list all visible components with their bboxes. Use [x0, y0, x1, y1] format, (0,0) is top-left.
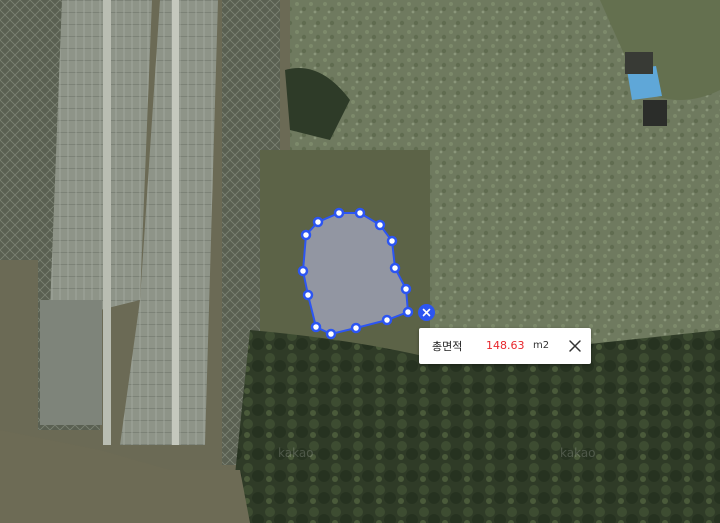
polygon-vertex[interactable]	[297, 265, 309, 277]
map-watermark: kakao	[560, 446, 596, 460]
delete-drawing-button[interactable]	[418, 304, 435, 321]
polygon-vertex[interactable]	[325, 328, 337, 340]
close-popup-button[interactable]	[565, 336, 585, 356]
area-unit: m2	[533, 340, 550, 351]
polygon-vertex[interactable]	[400, 283, 412, 295]
polygon-vertex[interactable]	[354, 207, 366, 219]
measured-polygon	[301, 212, 410, 336]
polygon-vertex[interactable]	[389, 262, 401, 274]
polygon-vertex[interactable]	[312, 216, 324, 228]
polygon-vertex[interactable]	[302, 289, 314, 301]
polygon-vertex[interactable]	[300, 229, 312, 241]
polygon-vertex[interactable]	[333, 207, 345, 219]
close-icon	[569, 340, 581, 352]
area-value: 148.63	[486, 339, 525, 352]
polygon-vertex[interactable]	[386, 235, 398, 247]
polygon-vertex[interactable]	[350, 322, 362, 334]
area-info-popup: 총면적 148.63 m2	[419, 328, 591, 364]
area-measure-overlay	[297, 207, 414, 340]
area-label: 총면적	[432, 340, 463, 353]
polygon-vertex[interactable]	[310, 321, 322, 333]
map-watermark: kakao	[278, 446, 314, 460]
x-icon	[422, 308, 431, 317]
polygon-vertex[interactable]	[374, 219, 386, 231]
polygon-vertex[interactable]	[381, 314, 393, 326]
polygon-vertex[interactable]	[402, 306, 414, 318]
